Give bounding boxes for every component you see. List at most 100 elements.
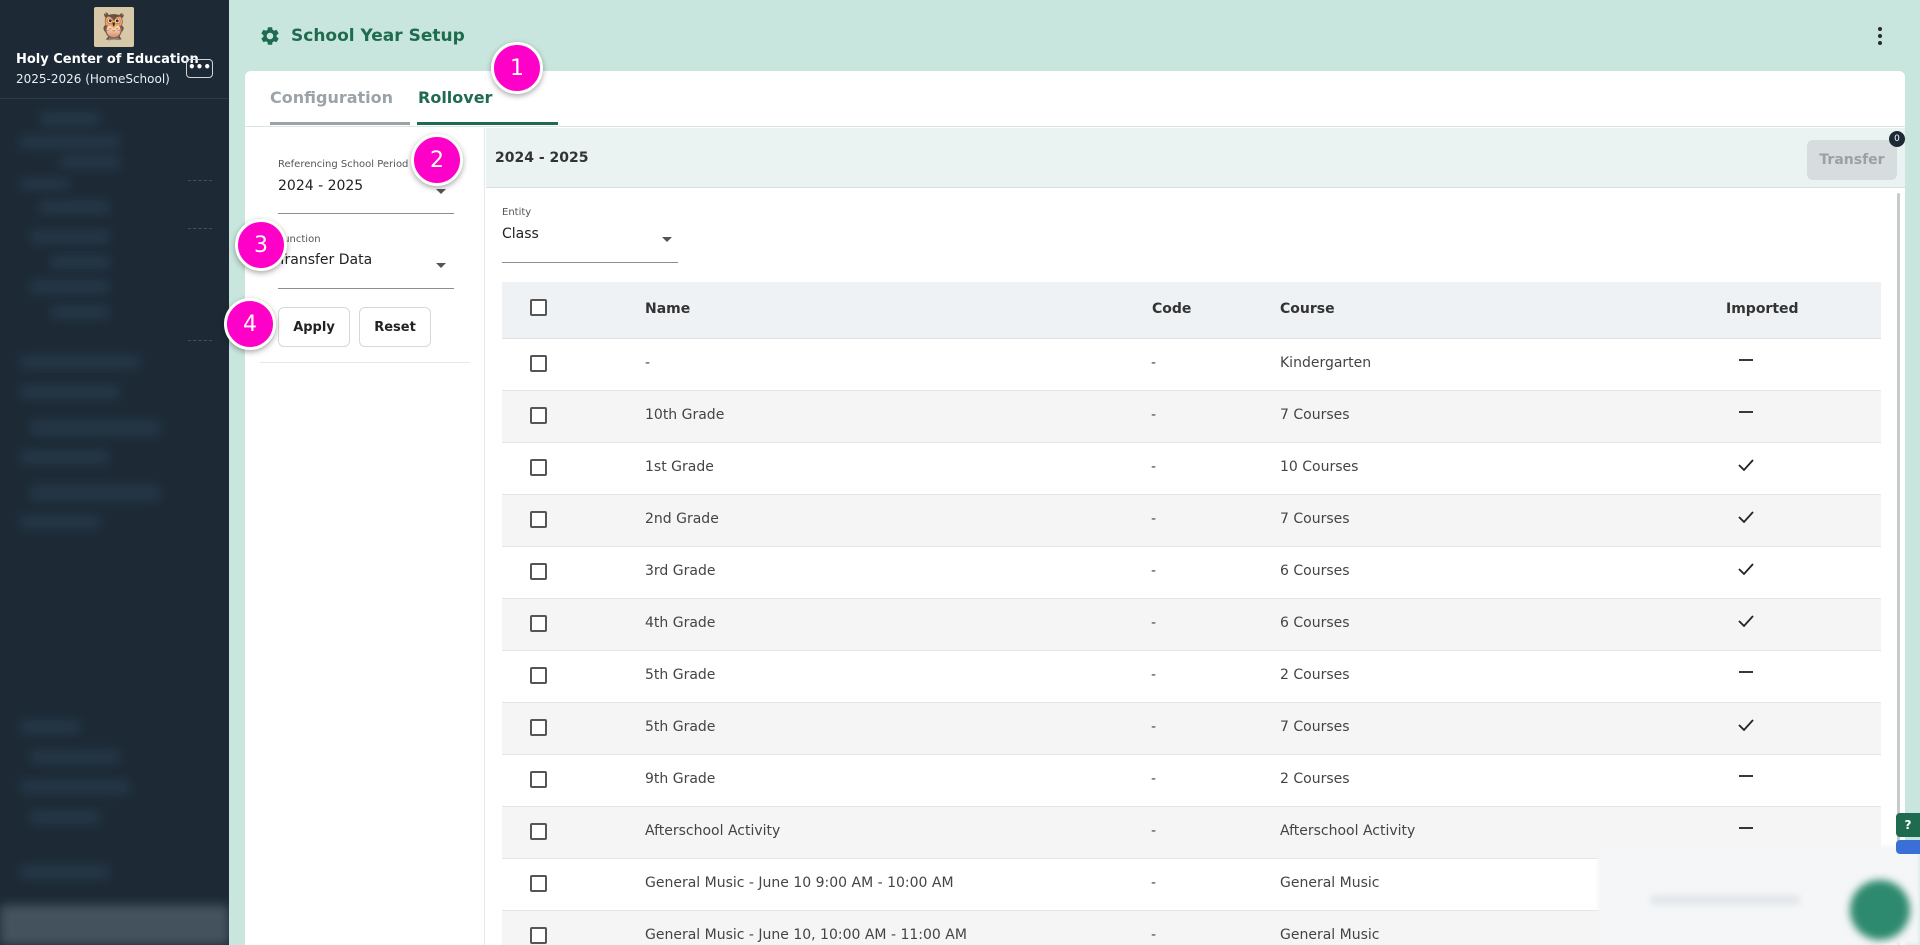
row-checkbox[interactable] bbox=[530, 771, 547, 788]
referencing-period-label: Referencing School Period bbox=[278, 159, 409, 170]
cell-course: 10 Courses bbox=[1280, 459, 1359, 475]
cell-name: 9th Grade bbox=[645, 771, 716, 787]
cell-code: - bbox=[1151, 771, 1157, 787]
row-checkbox[interactable] bbox=[530, 615, 547, 632]
tab-configuration-underline bbox=[270, 122, 410, 125]
cell-name: 5th Grade bbox=[645, 667, 716, 683]
table-row[interactable]: - - Kindergarten bbox=[502, 339, 1881, 391]
row-checkbox[interactable] bbox=[530, 927, 547, 944]
chevron-down-icon bbox=[662, 237, 672, 242]
annotation-badge-2: 2 bbox=[411, 134, 463, 186]
column-header-name[interactable]: Name bbox=[645, 301, 690, 317]
cell-code: - bbox=[1151, 563, 1157, 579]
table-row[interactable]: 5th Grade - 7 Courses bbox=[502, 703, 1881, 755]
kebab-menu-icon[interactable] bbox=[1872, 25, 1888, 47]
check-icon bbox=[1738, 511, 1754, 524]
entity-value: Class bbox=[502, 226, 539, 242]
table-row[interactable]: 10th Grade - 7 Courses bbox=[502, 391, 1881, 443]
owl-logo-icon: 🦉 bbox=[94, 7, 134, 47]
row-checkbox[interactable] bbox=[530, 407, 547, 424]
table-header: Name Code Course Imported bbox=[502, 282, 1881, 339]
dash-icon bbox=[1739, 775, 1753, 777]
cell-course: General Music bbox=[1280, 927, 1380, 943]
transfer-count-badge: 0 bbox=[1889, 131, 1905, 147]
table-row[interactable]: 9th Grade - 2 Courses bbox=[502, 755, 1881, 807]
cell-name: Afterschool Activity bbox=[645, 823, 781, 839]
row-checkbox[interactable] bbox=[530, 875, 547, 892]
check-icon bbox=[1738, 719, 1754, 732]
page-title: School Year Setup bbox=[291, 26, 465, 46]
panel-divider bbox=[260, 362, 470, 363]
cell-name: General Music - June 10 9:00 AM - 10:00 … bbox=[645, 875, 954, 891]
tab-configuration[interactable]: Configuration bbox=[270, 88, 393, 107]
dash-icon bbox=[1739, 411, 1753, 413]
annotation-badge-4: 4 bbox=[224, 298, 276, 350]
sidebar: 🦉 Holy Center of Education 2025-2026 (Ho… bbox=[0, 0, 229, 945]
sidebar-divider bbox=[0, 98, 229, 99]
column-header-code[interactable]: Code bbox=[1152, 301, 1191, 317]
entity-label: Entity bbox=[502, 207, 532, 218]
cell-name: 2nd Grade bbox=[645, 511, 719, 527]
column-header-imported[interactable]: Imported bbox=[1726, 301, 1799, 317]
cell-code: - bbox=[1151, 823, 1157, 839]
period-title: 2024 - 2025 bbox=[495, 150, 589, 166]
cell-name: 4th Grade bbox=[645, 615, 716, 631]
cell-course: Afterschool Activity bbox=[1280, 823, 1416, 839]
annotation-badge-1: 1 bbox=[491, 42, 543, 94]
table-row[interactable]: 1st Grade - 10 Courses bbox=[502, 443, 1881, 495]
cell-code: - bbox=[1151, 615, 1157, 631]
main-card: Configuration Rollover Referencing Schoo… bbox=[245, 71, 1905, 945]
cell-name: 10th Grade bbox=[645, 407, 725, 423]
gear-icon bbox=[261, 27, 279, 45]
school-name: Holy Center of Education bbox=[16, 52, 199, 67]
cell-course: 7 Courses bbox=[1280, 511, 1350, 527]
cell-code: - bbox=[1151, 719, 1157, 735]
table-row[interactable]: 3rd Grade - 6 Courses bbox=[502, 547, 1881, 599]
row-checkbox[interactable] bbox=[530, 511, 547, 528]
cell-course: Kindergarten bbox=[1280, 355, 1372, 371]
cell-course: 2 Courses bbox=[1280, 771, 1350, 787]
cell-course: 2 Courses bbox=[1280, 667, 1350, 683]
select-all-checkbox[interactable] bbox=[530, 299, 547, 316]
cell-name: 3rd Grade bbox=[645, 563, 716, 579]
entity-underline bbox=[502, 262, 678, 263]
cell-code: - bbox=[1151, 511, 1157, 527]
school-year: 2025-2026 (HomeSchool) bbox=[16, 72, 170, 86]
column-header-course[interactable]: Course bbox=[1280, 301, 1335, 317]
cell-code: - bbox=[1151, 355, 1157, 371]
transfer-button[interactable]: Transfer bbox=[1807, 140, 1897, 180]
dash-icon bbox=[1739, 671, 1753, 673]
referencing-period-value: 2024 - 2025 bbox=[278, 178, 364, 194]
help-tab[interactable]: ? bbox=[1896, 813, 1920, 837]
table-row[interactable]: 4th Grade - 6 Courses bbox=[502, 599, 1881, 651]
cell-name: 5th Grade bbox=[645, 719, 716, 735]
row-checkbox[interactable] bbox=[530, 719, 547, 736]
row-checkbox[interactable] bbox=[530, 459, 547, 476]
cell-code: - bbox=[1151, 927, 1157, 943]
check-icon bbox=[1738, 459, 1754, 472]
cell-course: General Music bbox=[1280, 875, 1380, 891]
chevron-down-icon bbox=[436, 263, 446, 268]
table-row[interactable]: 2nd Grade - 7 Courses bbox=[502, 495, 1881, 547]
cell-course: 6 Courses bbox=[1280, 615, 1350, 631]
row-checkbox[interactable] bbox=[530, 355, 547, 372]
cell-course: 6 Courses bbox=[1280, 563, 1350, 579]
feedback-tab[interactable] bbox=[1896, 840, 1920, 854]
tab-rollover[interactable]: Rollover bbox=[418, 88, 492, 107]
row-checkbox[interactable] bbox=[530, 563, 547, 580]
check-icon bbox=[1738, 563, 1754, 576]
cell-name: General Music - June 10, 10:00 AM - 11:0… bbox=[645, 927, 967, 943]
check-icon bbox=[1738, 615, 1754, 628]
dash-icon bbox=[1739, 827, 1753, 829]
chat-bubble-icon[interactable] bbox=[1850, 880, 1910, 940]
table-row[interactable]: 5th Grade - 2 Courses bbox=[502, 651, 1881, 703]
more-options-button[interactable]: ••• bbox=[186, 59, 213, 78]
cell-code: - bbox=[1151, 407, 1157, 423]
row-checkbox[interactable] bbox=[530, 667, 547, 684]
row-checkbox[interactable] bbox=[530, 823, 547, 840]
reset-button[interactable]: Reset bbox=[359, 307, 431, 347]
cell-name: - bbox=[645, 355, 651, 371]
apply-button[interactable]: Apply bbox=[278, 307, 350, 347]
function-underline bbox=[278, 288, 454, 289]
dash-icon bbox=[1739, 359, 1753, 361]
